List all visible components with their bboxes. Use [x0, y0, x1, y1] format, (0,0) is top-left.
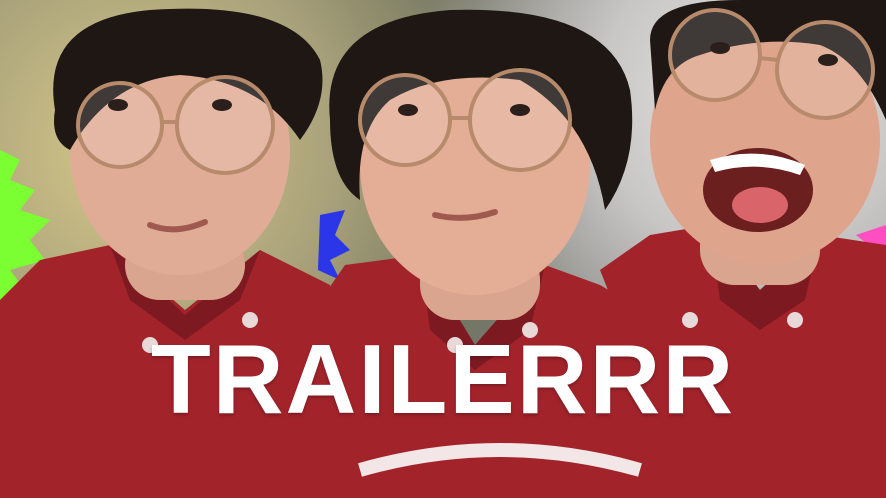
thumbnail-canvas: TRAILERRR: [0, 0, 886, 498]
glasses-lens-middle-2: [468, 68, 572, 172]
title-text: TRAILERRR: [150, 324, 736, 434]
glasses-lens-middle-1: [358, 73, 452, 167]
glasses-lens-left-1: [76, 81, 164, 169]
glasses-lens-right-2: [775, 20, 875, 120]
glasses-lens-right-1: [668, 8, 762, 102]
glasses-lens-left-2: [175, 75, 275, 175]
